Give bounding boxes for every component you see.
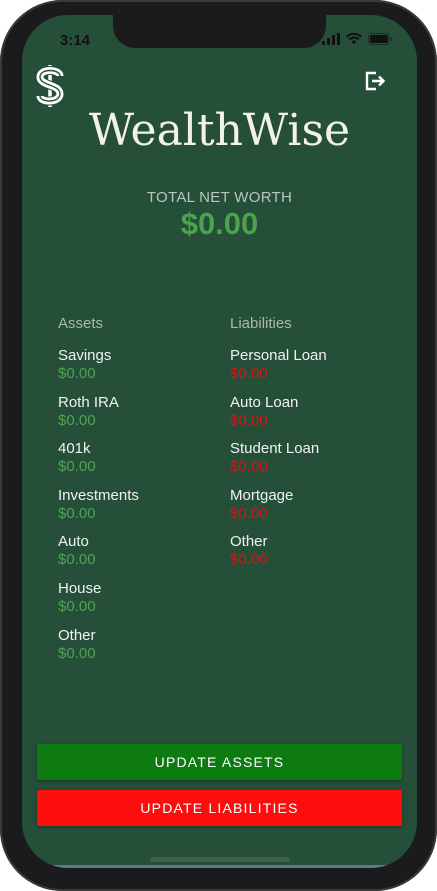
liability-value: $0.00 xyxy=(230,551,268,569)
asset-label: Roth IRA xyxy=(58,393,119,411)
battery-icon xyxy=(368,33,393,45)
liability-label: Student Loan xyxy=(230,440,320,458)
asset-value: $0.00 xyxy=(58,411,96,429)
asset-value: $0.00 xyxy=(58,644,96,662)
asset-item-investments: Investments $0.00 xyxy=(58,487,218,534)
asset-item-roth-ira: Roth IRA $0.00 xyxy=(58,394,218,441)
asset-label: Auto xyxy=(58,533,89,551)
status-time: 3:14 xyxy=(60,32,91,49)
update-liabilities-button[interactable]: UPDATE LIABILITIES xyxy=(37,790,402,826)
asset-value: $0.00 xyxy=(58,504,96,522)
net-worth-label: TOTAL NET WORTH xyxy=(146,189,293,206)
bottom-edge-bar xyxy=(52,865,387,868)
asset-label: House xyxy=(58,579,102,597)
liability-value: $0.00 xyxy=(230,365,268,382)
asset-label: Investments xyxy=(58,486,139,504)
liability-value: $0.00 xyxy=(230,411,268,429)
liability-item-personal-loan: Personal Loan $0.00 xyxy=(230,347,390,394)
status-icons xyxy=(322,33,393,45)
asset-value: $0.00 xyxy=(58,458,96,476)
asset-item-other: Other $0.00 xyxy=(58,627,218,674)
wifi-icon xyxy=(346,33,362,45)
asset-label: Other xyxy=(58,626,96,644)
liability-label: Mortgage xyxy=(230,486,294,504)
asset-label: 401k xyxy=(58,440,91,458)
asset-item-auto: Auto $0.00 xyxy=(58,533,218,580)
cellular-signal-icon xyxy=(322,33,340,45)
update-assets-button[interactable]: UPDATE ASSETS xyxy=(37,744,402,780)
liability-label: Auto Loan xyxy=(230,393,299,411)
asset-value: $0.00 xyxy=(58,597,96,615)
device-frame: 3:14 WealthWise TOTAL NET WORTH $0.00 As… xyxy=(0,0,437,891)
asset-value: $0.00 xyxy=(58,551,96,569)
assets-heading: Assets xyxy=(58,315,104,332)
asset-label: Savings xyxy=(58,347,112,364)
home-indicator[interactable] xyxy=(150,857,290,862)
logout-icon xyxy=(365,71,386,91)
liability-item-mortgage: Mortgage $0.00 xyxy=(230,487,390,534)
asset-item-401k: 401k $0.00 xyxy=(58,440,218,487)
liability-label: Personal Loan xyxy=(230,347,327,364)
app-screen: 3:14 WealthWise TOTAL NET WORTH $0.00 As… xyxy=(22,15,417,868)
asset-item-savings: Savings $0.00 xyxy=(58,347,218,394)
asset-value: $0.00 xyxy=(58,365,96,382)
liability-item-other: Other $0.00 xyxy=(230,533,390,580)
liability-value: $0.00 xyxy=(230,504,268,522)
liability-value: $0.00 xyxy=(230,458,268,476)
assets-column: Assets Savings $0.00 Roth IRA $0.00 401k… xyxy=(58,314,218,673)
asset-item-house: House $0.00 xyxy=(58,580,218,627)
liabilities-column: Liabilities Personal Loan $0.00 Auto Loa… xyxy=(230,314,390,580)
app-title: WealthWise xyxy=(88,105,351,156)
liability-item-auto-loan: Auto Loan $0.00 xyxy=(230,394,390,441)
device-notch xyxy=(113,15,326,48)
logout-button[interactable] xyxy=(364,70,386,97)
liability-label: Other xyxy=(230,533,268,551)
liabilities-heading: Liabilities xyxy=(230,315,292,332)
net-worth-value: $0.00 xyxy=(180,206,259,241)
liability-item-student-loan: Student Loan $0.00 xyxy=(230,440,390,487)
